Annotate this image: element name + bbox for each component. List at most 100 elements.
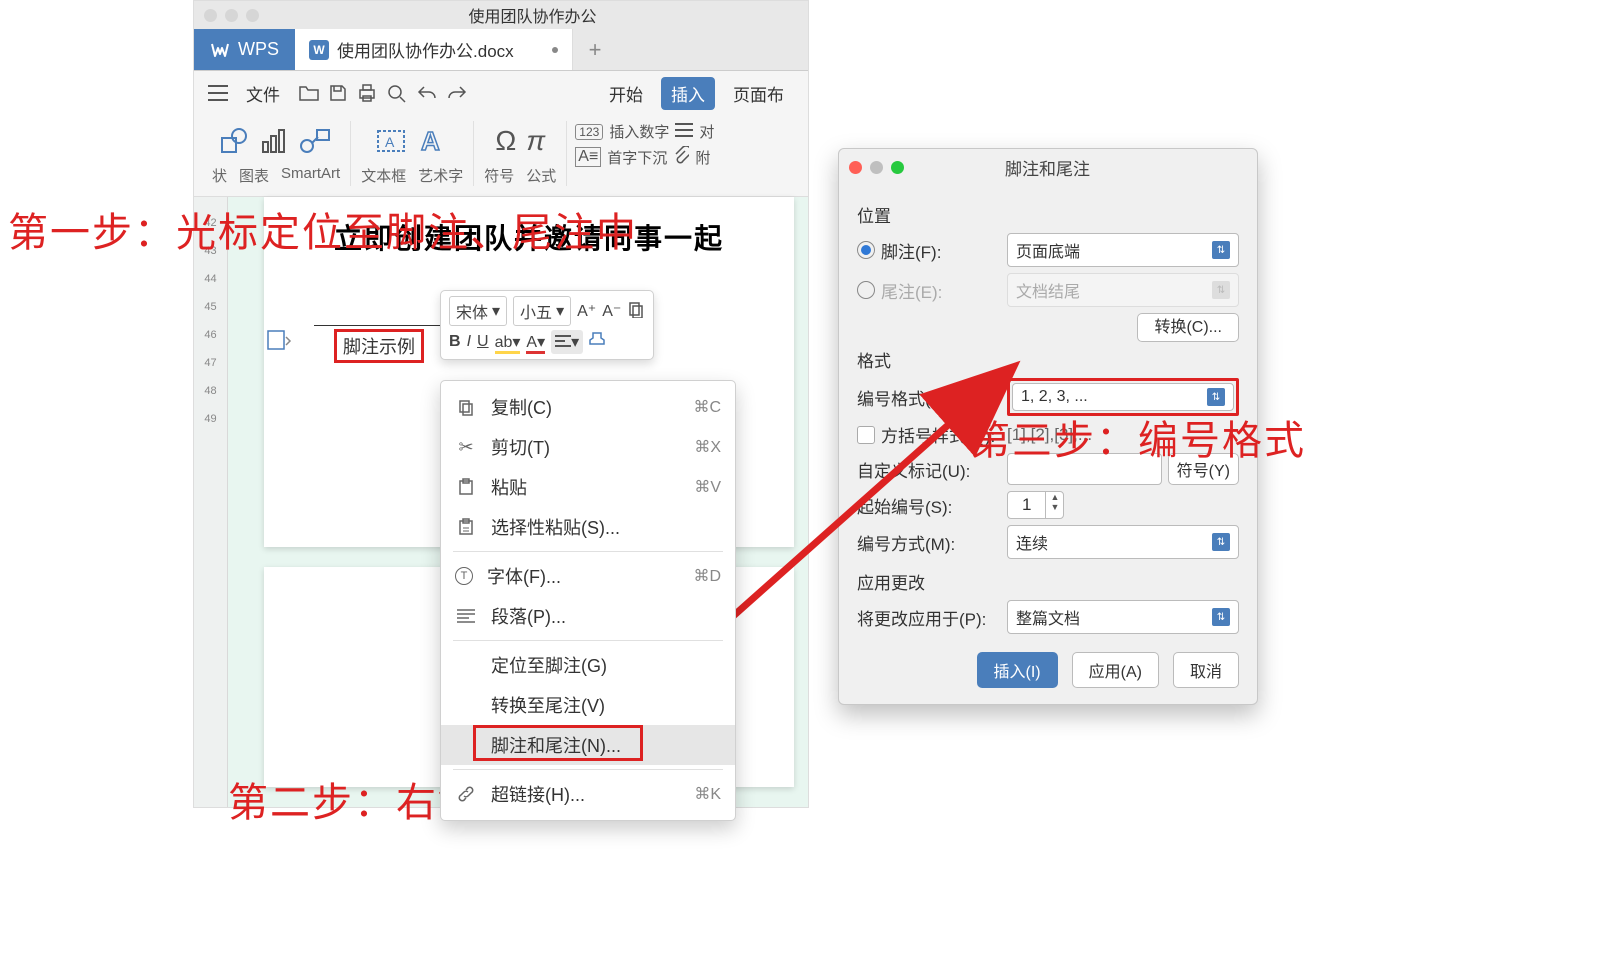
svg-text:A: A <box>385 134 395 150</box>
dialog-close-icon[interactable] <box>849 161 862 174</box>
spin-down-icon[interactable]: ▼ <box>1046 502 1063 512</box>
start-menu[interactable]: 开始 <box>599 77 653 110</box>
document-tab[interactable]: W 使用团队协作办公.docx <box>295 29 573 70</box>
dialog-max-icon[interactable] <box>891 161 904 174</box>
footnote-position-value: 页面底端 <box>1016 238 1080 262</box>
start-number-spin[interactable]: 1▲▼ <box>1007 491 1064 519</box>
footnote-radio[interactable] <box>857 241 875 259</box>
ribbon: 状 图表 SmartArt A A 文本框 艺术字 Ω π 符号 公式 <box>194 115 808 197</box>
ctx-footnote-endnote-label: 脚注和尾注(N)... <box>491 732 721 758</box>
grow-font-button[interactable]: A⁺ <box>577 301 596 321</box>
traffic-light-min[interactable] <box>225 9 238 22</box>
dialog-titlebar: 脚注和尾注 <box>839 149 1257 186</box>
italic-button[interactable]: I <box>467 333 471 351</box>
wordart-icon[interactable]: A <box>417 126 449 156</box>
apply-to-label: 将更改应用于(P): <box>857 605 986 630</box>
font-color-button[interactable]: A▾ <box>526 332 545 352</box>
vertical-ruler: 42 43 44 45 46 47 48 49 <box>194 197 228 807</box>
ctx-footnote-endnote[interactable]: 脚注和尾注(N)... <box>441 725 735 765</box>
wps-home-tab[interactable]: WPS <box>194 29 295 70</box>
chart-icon[interactable] <box>259 126 289 156</box>
ctx-paragraph-label: 段落(P)... <box>491 603 721 629</box>
ctx-hyperlink[interactable]: 超链接(H)... ⌘K <box>441 774 735 814</box>
ctx-paste-special[interactable]: 选择性粘贴(S)... <box>441 507 735 547</box>
preview-icon[interactable] <box>386 83 408 103</box>
ribbon-insert-number[interactable]: 123 插入数字 对 <box>575 121 714 142</box>
open-icon[interactable] <box>298 83 320 103</box>
undo-icon[interactable] <box>416 84 438 102</box>
save-icon[interactable] <box>328 83 348 103</box>
ctx-cut[interactable]: ✂ 剪切(T) ⌘X <box>441 427 735 467</box>
insert-menu[interactable]: 插入 <box>661 77 715 110</box>
shape-icon[interactable] <box>219 126 249 156</box>
ctx-to-endnote[interactable]: 转换至尾注(V) <box>441 685 735 725</box>
formula-icon[interactable]: π <box>526 125 545 157</box>
new-tab-button[interactable]: + <box>573 29 618 70</box>
cancel-button[interactable]: 取消 <box>1173 652 1239 688</box>
page-indicator-icon[interactable] <box>266 329 292 351</box>
scissors-icon: ✂ <box>455 437 477 458</box>
convert-button[interactable]: 转换(C)... <box>1137 313 1239 342</box>
ctx-font[interactable]: T 字体(F)... ⌘D <box>441 556 735 596</box>
font-size-select[interactable]: 小五 ▾ <box>513 296 571 326</box>
ctx-paste-label: 粘贴 <box>491 474 680 500</box>
ribbon-symbol-label: 符号 <box>484 165 514 186</box>
ctx-copy[interactable]: 复制(C) ⌘C <box>441 387 735 427</box>
apply-to-select[interactable]: 整篇文档 ⇅ <box>1007 600 1239 634</box>
traffic-light-max[interactable] <box>246 9 259 22</box>
attachment-icon[interactable] <box>673 146 689 168</box>
ctx-copy-shortcut: ⌘C <box>693 397 721 417</box>
footnote-position-select[interactable]: 页面底端⇅ <box>1007 233 1239 267</box>
ctx-paragraph[interactable]: 段落(P)... <box>441 596 735 636</box>
print-icon[interactable] <box>356 83 378 103</box>
traffic-light-close[interactable] <box>204 9 217 22</box>
bold-button[interactable]: B <box>449 333 461 351</box>
ribbon-dropcap-label: 首字下沉 <box>607 147 667 168</box>
copy-icon <box>455 398 477 416</box>
copy-format-icon[interactable] <box>627 300 645 323</box>
footnote-radio-label: 脚注(F): <box>881 238 941 263</box>
document-tabs: WPS W 使用团队协作办公.docx + <box>194 29 808 71</box>
font-size-value: 小五 <box>520 299 552 323</box>
ribbon-chart-label: 图表 <box>239 165 269 186</box>
svg-text:A: A <box>421 126 440 156</box>
apply-button[interactable]: 应用(A) <box>1072 652 1159 688</box>
number-format-select[interactable]: 1, 2, 3, ...⇅ <box>1012 383 1234 411</box>
ribbon-dropcap[interactable]: A≡ 首字下沉 附 <box>575 146 714 168</box>
hamburger-icon[interactable] <box>208 85 228 101</box>
page-layout-menu[interactable]: 页面布 <box>723 77 794 110</box>
ctx-paste[interactable]: 粘贴 ⌘V <box>441 467 735 507</box>
dialog-min-icon[interactable] <box>870 161 883 174</box>
menu-separator <box>453 551 723 552</box>
align-icon[interactable] <box>675 123 693 141</box>
symbol-icon[interactable]: Ω <box>495 125 516 157</box>
ctx-to-endnote-label: 转换至尾注(V) <box>491 692 721 718</box>
insert-button[interactable]: 插入(I) <box>977 652 1058 688</box>
ribbon-group-text: A A 文本框 艺术字 <box>351 121 474 186</box>
ctx-paste-special-label: 选择性粘贴(S)... <box>491 514 721 540</box>
endnote-radio[interactable] <box>857 281 875 299</box>
apply-to-value: 整篇文档 <box>1016 605 1080 629</box>
ribbon-smartart-label: SmartArt <box>281 165 340 186</box>
file-menu[interactable]: 文件 <box>236 77 290 110</box>
textbox-icon[interactable]: A <box>375 126 407 156</box>
footnote-example-text[interactable]: 脚注示例 <box>334 329 424 363</box>
chevron-updown-icon: ⇅ <box>1212 608 1230 626</box>
chevron-updown-icon: ⇅ <box>1212 281 1230 299</box>
window-titlebar: 使用团队协作办公 <box>194 1 808 29</box>
font-family-select[interactable]: 宋体 ▾ <box>449 296 507 326</box>
format-painter-icon[interactable] <box>589 331 607 354</box>
underline-button[interactable]: U <box>477 333 489 351</box>
ribbon-wordart-label: 艺术字 <box>418 165 463 186</box>
numbering-mode-select[interactable]: 连续⇅ <box>1007 525 1239 559</box>
highlight-button[interactable]: ab▾ <box>495 332 521 352</box>
align-button[interactable]: ▾ <box>551 330 583 354</box>
spin-up-icon[interactable]: ▲ <box>1046 492 1063 502</box>
shrink-font-button[interactable]: A⁻ <box>602 301 621 321</box>
smartart-icon[interactable] <box>299 126 333 156</box>
link-icon <box>455 785 477 803</box>
ctx-goto-footnote[interactable]: 定位至脚注(G) <box>441 645 735 685</box>
redo-icon[interactable] <box>446 84 468 102</box>
bracket-checkbox[interactable] <box>857 426 875 444</box>
ctx-font-shortcut: ⌘D <box>693 566 721 586</box>
